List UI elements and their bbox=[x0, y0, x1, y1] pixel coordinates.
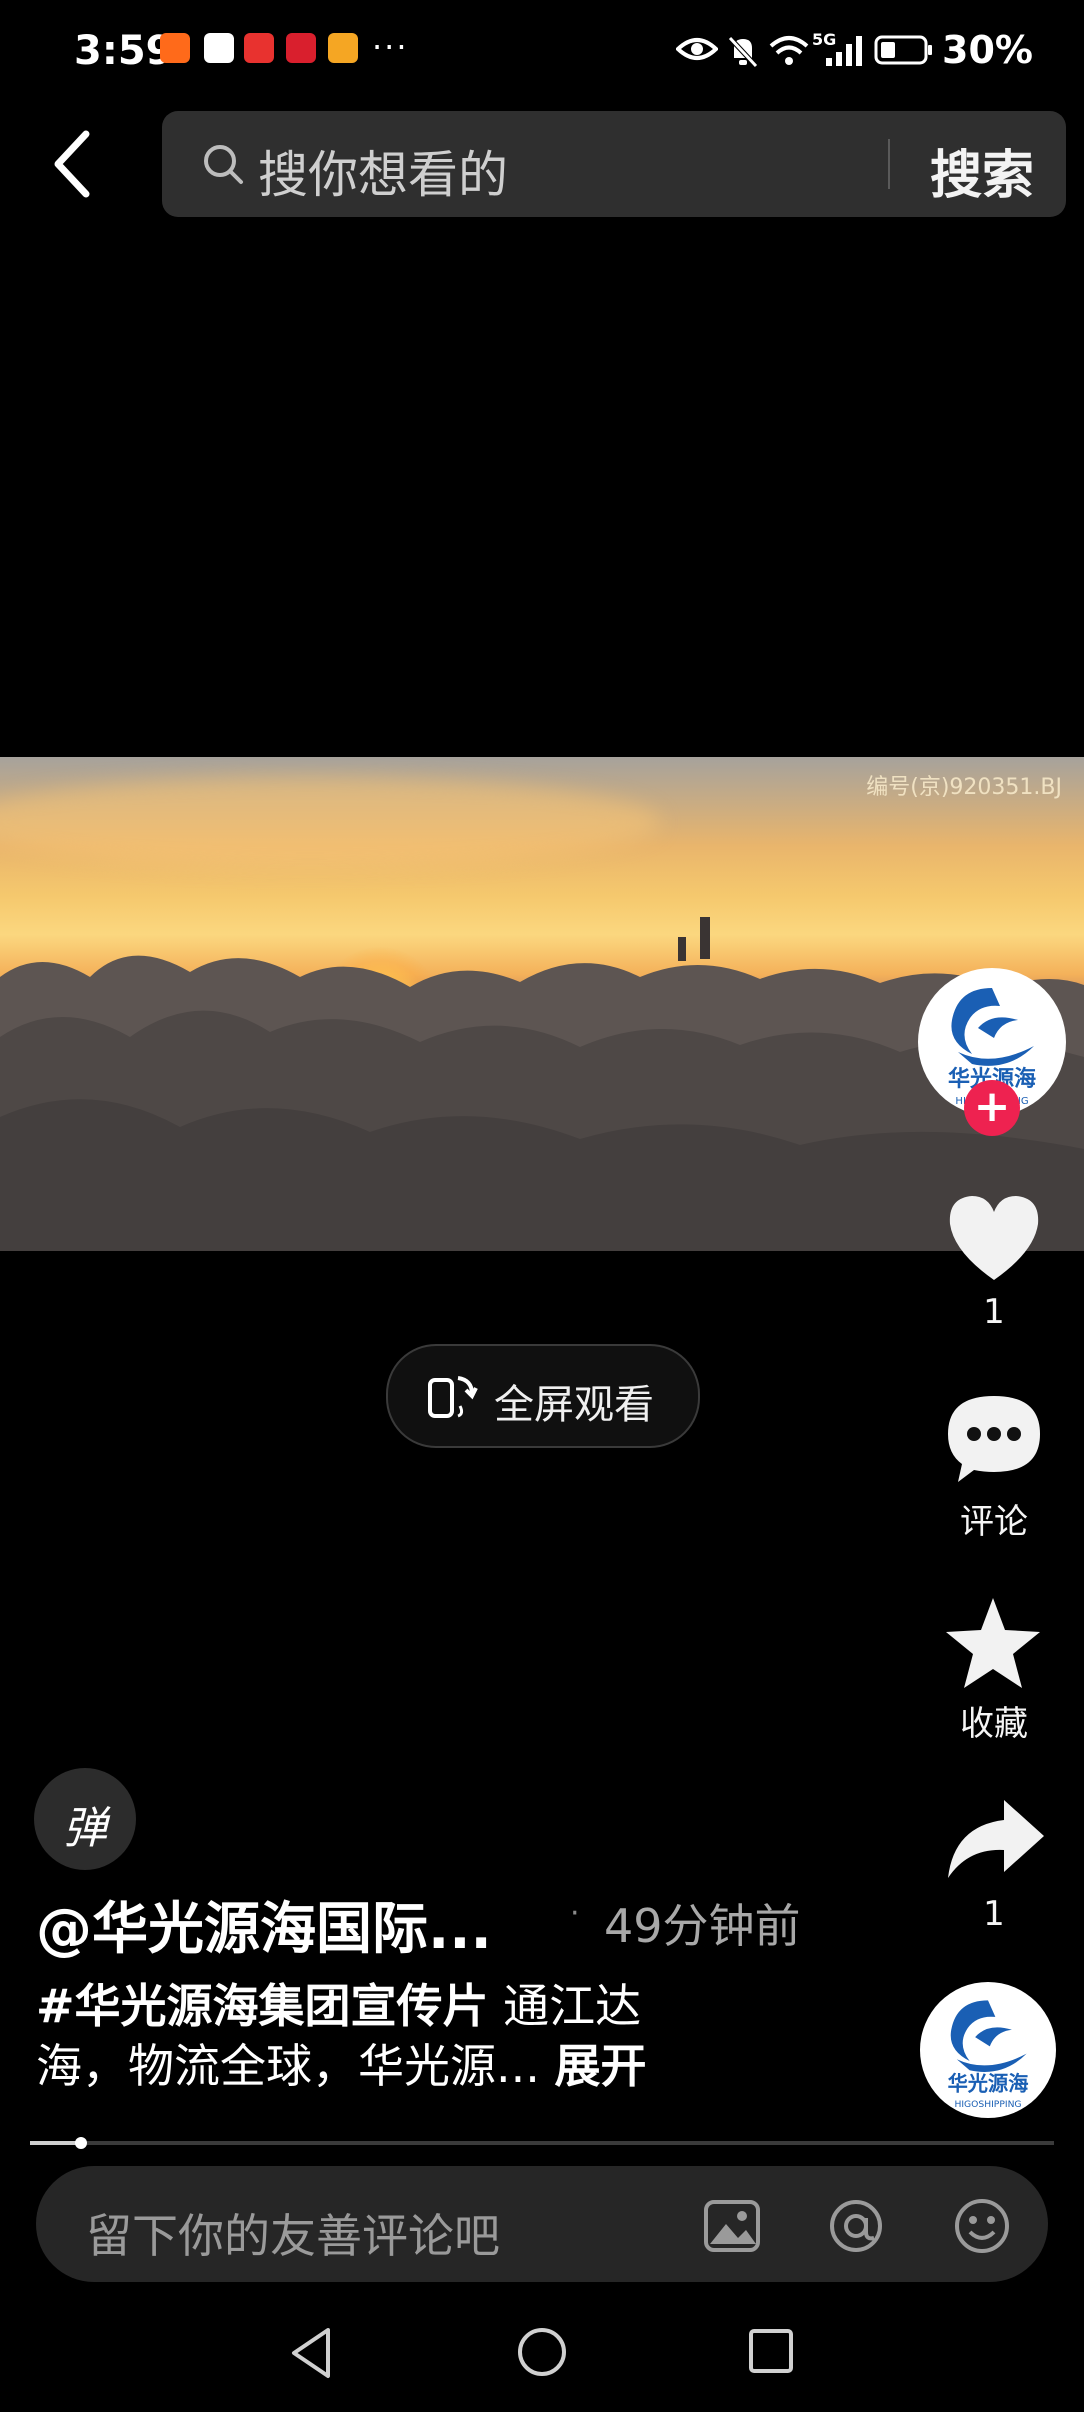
chevron-left-icon bbox=[54, 130, 90, 198]
status-bar: 3:59 ··· 5G 30% bbox=[0, 0, 1084, 100]
progress-track[interactable] bbox=[30, 2141, 1054, 2145]
like-count: 1 bbox=[983, 1292, 1005, 1332]
progress-thumb[interactable] bbox=[75, 2137, 87, 2149]
caption-line: #华光源海集团宣传片 通江达 bbox=[36, 1970, 641, 2036]
author-name[interactable]: @华光源海国际... bbox=[36, 1884, 492, 1965]
favorite-label: 收藏 bbox=[960, 1704, 1028, 1744]
sky-cloud bbox=[0, 777, 660, 867]
search-bar[interactable]: 搜你想看的 搜索 bbox=[162, 111, 1066, 217]
follow-button[interactable]: + bbox=[964, 1080, 1020, 1136]
share-icon[interactable] bbox=[944, 1796, 1046, 1880]
pinduoduo-icon bbox=[286, 33, 316, 63]
system-nav-bar bbox=[0, 2300, 1084, 2412]
app-icon bbox=[328, 33, 358, 63]
status-overflow: ··· bbox=[372, 28, 409, 66]
toutiao-icon bbox=[244, 33, 274, 63]
fullscreen-button[interactable]: 全屏观看 bbox=[386, 1344, 700, 1448]
svg-text:HIGOSHIPPING: HIGOSHIPPING bbox=[954, 2099, 1021, 2110]
danmaku-toggle[interactable]: 弹 bbox=[34, 1768, 136, 1870]
expand-button[interactable]: 展开 bbox=[555, 2039, 647, 2093]
nav-back-icon[interactable] bbox=[288, 2326, 334, 2380]
nav-home-icon[interactable] bbox=[516, 2326, 568, 2378]
brand-logo: 华光源海 HIGOSHIPPING bbox=[948, 2000, 1029, 2110]
at-mention-icon[interactable] bbox=[826, 2196, 886, 2256]
video-watermark: 编号(京)920351.BJ bbox=[866, 775, 1062, 800]
music-disc-avatar[interactable]: 华光源海 HIGOSHIPPING bbox=[920, 1982, 1056, 2118]
search-icon bbox=[204, 145, 243, 184]
post-time: 49分钟前 bbox=[604, 1899, 801, 1953]
back-button[interactable] bbox=[46, 124, 100, 204]
danmaku-label: 弹 bbox=[63, 1803, 107, 1854]
time-separator: · bbox=[570, 1896, 580, 1931]
image-icon[interactable] bbox=[702, 2196, 762, 2256]
svg-text:华光源海: 华光源海 bbox=[948, 2071, 1029, 2095]
comment-placeholder: 留下你的友善评论吧 bbox=[86, 2209, 500, 2263]
caption-line: 海，物流全球，华光源... 展开 bbox=[36, 2030, 647, 2096]
search-input[interactable]: 搜你想看的 bbox=[258, 135, 508, 207]
wifi-icon bbox=[769, 36, 809, 65]
kuaishou-icon bbox=[160, 33, 190, 63]
fullscreen-label: 全屏观看 bbox=[494, 1382, 654, 1428]
caption-text: 通江达 bbox=[488, 1979, 642, 2033]
heart-icon[interactable] bbox=[944, 1192, 1044, 1284]
taobao-icon bbox=[204, 33, 234, 63]
share-count: 1 bbox=[983, 1894, 1005, 1934]
comment-icon[interactable] bbox=[944, 1392, 1044, 1486]
battery-icon bbox=[874, 35, 932, 65]
search-button[interactable]: 搜索 bbox=[930, 133, 1034, 208]
star-icon[interactable] bbox=[942, 1594, 1044, 1690]
caption-text: 海，物流全球，华光源... bbox=[36, 2039, 540, 2093]
status-time: 3:59 bbox=[74, 28, 174, 74]
nav-recents-icon[interactable] bbox=[748, 2328, 794, 2374]
eye-icon bbox=[676, 38, 718, 60]
hashtag-link[interactable]: #华光源海集团宣传片 bbox=[36, 1979, 489, 2033]
mute-bell-icon bbox=[728, 36, 758, 68]
video-player[interactable]: 编号(京)920351.BJ bbox=[0, 757, 1084, 1251]
search-divider bbox=[888, 139, 890, 189]
emoji-icon[interactable] bbox=[952, 2196, 1012, 2256]
battery-percent: 30% bbox=[942, 28, 1033, 72]
cloud-sea bbox=[0, 917, 1084, 1251]
comment-label: 评论 bbox=[960, 1502, 1028, 1542]
progress-fill bbox=[30, 2141, 81, 2145]
plus-icon: + bbox=[973, 1081, 1011, 1132]
comment-input[interactable]: 留下你的友善评论吧 bbox=[36, 2166, 1048, 2282]
rotate-screen-icon bbox=[428, 1376, 478, 1418]
signal-icon bbox=[826, 36, 862, 66]
